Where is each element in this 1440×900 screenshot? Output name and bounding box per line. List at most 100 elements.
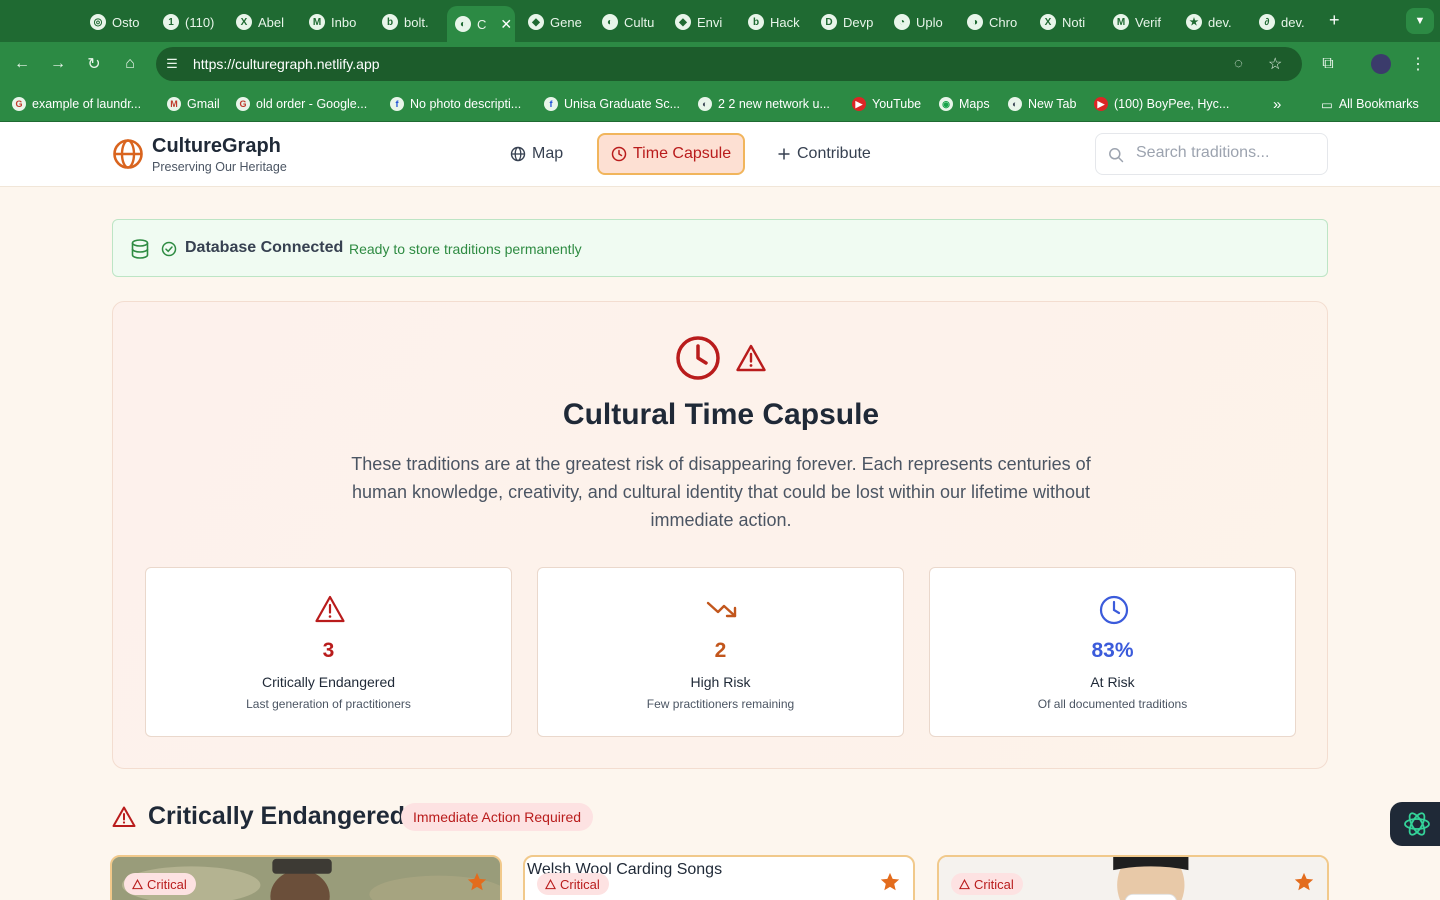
tradition-card[interactable]: Welsh Wool Carding Songs Critical	[523, 855, 915, 900]
bookmark-star-icon[interactable]: ☆	[1268, 54, 1282, 74]
clock-icon	[1099, 595, 1129, 625]
browser-tab[interactable]: ◎ Osto	[82, 8, 148, 36]
browser-tab[interactable]: ◔ Uplo	[886, 8, 952, 36]
new-tab-icon[interactable]: +	[1329, 10, 1340, 31]
tab-search-chevron-icon[interactable]: ▼	[1406, 8, 1434, 34]
eye-slash-icon[interactable]: ◌	[1234, 55, 1243, 72]
bookmark-item[interactable]: ▶ (100) BoyPee, Hyc...	[1094, 95, 1229, 113]
critical-badge-label: Critical	[974, 876, 1014, 892]
youtube-icon: ▶	[1094, 97, 1108, 111]
tab-favicon-icon: ◐	[602, 14, 618, 30]
tab-favicon-icon: D	[821, 14, 837, 30]
back-arrow-icon[interactable]: ←	[12, 54, 32, 74]
bookmark-item[interactable]: ◐ 2 2 new network u...	[698, 95, 830, 113]
browser-tab[interactable]: ◆ Envi	[667, 8, 733, 36]
bookmark-item[interactable]: Gexample of laundr...	[12, 95, 141, 113]
plus-icon	[778, 148, 790, 160]
browser-tab[interactable]: ◐ Cultu	[594, 8, 660, 36]
facebook-icon: f	[544, 97, 558, 111]
ai-sparkle-icon	[1404, 812, 1430, 836]
browser-tab[interactable]: ◑ Chro	[959, 8, 1025, 36]
folder-icon: ▭	[1321, 97, 1333, 112]
tab-favicon-icon: M	[309, 14, 325, 30]
globe-icon: ◐	[1008, 97, 1022, 111]
profile-avatar[interactable]	[1371, 54, 1391, 74]
browser-tab[interactable]: X Abel	[228, 8, 294, 36]
bookmark-item[interactable]: ◐ New Tab	[1008, 95, 1076, 113]
browser-tab[interactable]: D Devp	[813, 8, 879, 36]
bookmarks-bar: Gexample of laundr... M Gmail Gold order …	[0, 86, 1440, 122]
bookmark-item[interactable]: ◉ Maps	[939, 95, 990, 113]
brand-name[interactable]: CultureGraph	[152, 135, 281, 158]
star-icon[interactable]	[466, 871, 488, 893]
bookmark-item[interactable]: ▶ YouTube	[852, 95, 921, 113]
browser-tab[interactable]: b Hack	[740, 8, 806, 36]
tab-title: Envi	[697, 14, 723, 30]
tab-title: Abel	[258, 14, 285, 30]
browser-tab[interactable]: ★ dev.	[1178, 8, 1244, 36]
nav-time-capsule-button[interactable]: Time Capsule	[597, 133, 746, 175]
browser-tab-active[interactable]: ◐ C ✕	[447, 6, 515, 42]
clock-icon	[611, 146, 627, 162]
stat-value: 3	[322, 639, 335, 662]
bookmark-item[interactable]: M Gmail	[167, 95, 220, 113]
nav-map-button[interactable]: Map	[498, 133, 575, 175]
stat-subtitle: Last generation of practitioners	[246, 697, 411, 711]
site-settings-icon[interactable]: ☰	[164, 56, 180, 72]
all-bookmarks-button[interactable]: ▭ All Bookmarks	[1321, 95, 1419, 113]
bookmark-item[interactable]: f No photo descripti...	[390, 95, 521, 113]
extensions-icon[interactable]: ⧉	[1318, 54, 1338, 74]
browser-tab[interactable]: b bolt.	[374, 8, 440, 36]
search-input[interactable]	[1136, 144, 1316, 162]
forward-arrow-icon[interactable]: →	[48, 54, 68, 74]
browser-tab[interactable]: X Noti	[1032, 8, 1098, 36]
warning-triangle-icon	[545, 878, 556, 889]
browser-tab[interactable]: M Inbo	[301, 8, 367, 36]
nav-contribute-button[interactable]: Contribute	[765, 133, 883, 175]
url-text[interactable]: https://culturegraph.netlify.app	[193, 56, 380, 72]
more-bookmarks-chevron-icon[interactable]: »	[1273, 95, 1281, 113]
database-status-title: Database Connected	[185, 239, 344, 256]
star-icon[interactable]	[1293, 871, 1315, 893]
bookmark-label: Unisa Graduate Sc...	[564, 97, 681, 111]
stat-subtitle: Few practitioners remaining	[646, 697, 795, 711]
ai-assistant-button[interactable]	[1390, 802, 1440, 846]
reload-icon[interactable]: ↻	[84, 54, 104, 74]
tab-favicon-icon: b	[748, 14, 764, 30]
critical-badge: Critical	[124, 873, 196, 895]
tab-favicon-icon: ∂	[1259, 14, 1275, 30]
tab-favicon-icon: 1	[163, 14, 179, 30]
section-title: Critically Endangered	[148, 802, 406, 830]
bookmark-item[interactable]: f Unisa Graduate Sc...	[544, 95, 680, 113]
browser-tab[interactable]: M Verif	[1105, 8, 1171, 36]
stat-label: Critically Endangered	[261, 674, 396, 690]
home-icon[interactable]: ⌂	[120, 54, 140, 74]
close-tab-icon[interactable]: ✕	[500, 16, 512, 33]
tradition-card[interactable]: Critical	[937, 855, 1329, 900]
search-box[interactable]	[1095, 133, 1328, 175]
star-icon[interactable]	[879, 871, 901, 893]
tab-favicon-icon: ◆	[675, 14, 691, 30]
more-menu-icon[interactable]: ⋮	[1408, 54, 1428, 74]
bookmark-label: YouTube	[872, 97, 922, 111]
tab-favicon-icon: ★	[1186, 14, 1202, 30]
search-icon	[1109, 148, 1124, 163]
globe-logo-icon[interactable]	[112, 138, 144, 170]
bookmark-item[interactable]: Gold order - Google...	[236, 95, 367, 113]
tab-title: Uplo	[916, 14, 943, 30]
tradition-card[interactable]: Critical	[110, 855, 502, 900]
immediate-action-badge: Immediate Action Required	[401, 803, 594, 831]
critical-badge-label: Critical	[560, 876, 600, 892]
tab-title: (110)	[185, 14, 215, 30]
browser-tab[interactable]: ◆ Gene	[520, 8, 586, 36]
browser-tab[interactable]: 1 (110)	[155, 8, 221, 36]
bookmark-label: Maps	[959, 97, 990, 111]
tab-favicon-icon: X	[1040, 14, 1056, 30]
address-bar[interactable]: ☰ https://culturegraph.netlify.app ◌ ☆	[156, 47, 1302, 81]
tab-title: Noti	[1062, 14, 1086, 30]
browser-tab[interactable]: ∂ dev.	[1251, 8, 1317, 36]
bookmark-label: 2 2 new network u...	[718, 97, 830, 111]
gmail-icon: M	[167, 97, 181, 111]
browser-tab-bar: ◎ Osto 1 (110) X Abel M Inbo b bolt. ◐ C ✕ ◆ Gen…	[0, 0, 1440, 42]
tab-title: Osto	[112, 14, 140, 30]
